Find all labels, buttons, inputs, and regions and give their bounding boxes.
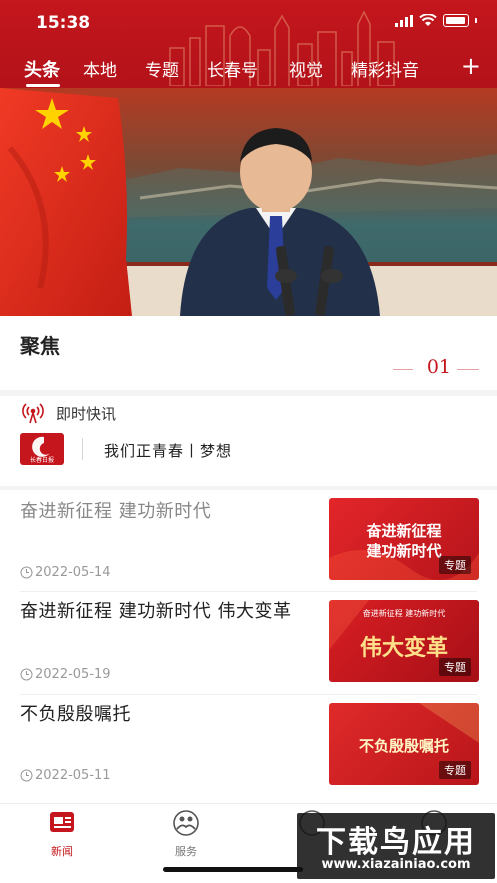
list-divider	[20, 694, 477, 695]
tab-visual[interactable]: 视觉	[289, 56, 323, 81]
news-thumbnail[interactable]: 奋进新征程 建功新时代 伟大变革 专题	[329, 600, 479, 682]
topic-tag: 专题	[439, 761, 471, 779]
flash-separator	[82, 438, 83, 460]
clock-icon	[20, 668, 33, 681]
news-icon	[50, 812, 74, 832]
news-title[interactable]: 奋进新征程 建功新时代 伟大变革	[20, 598, 310, 625]
nav-services[interactable]: 服务	[156, 810, 216, 859]
tab-changchun-account[interactable]: 长春号	[207, 56, 258, 81]
news-date: 2022-05-14	[20, 565, 111, 580]
tab-local[interactable]: 本地	[83, 56, 117, 81]
home-indicator[interactable]	[163, 867, 303, 872]
focus-page-index: 01	[426, 356, 451, 378]
tab-douyin[interactable]: 精彩抖音	[351, 56, 419, 81]
battery-tip	[475, 18, 477, 23]
news-item[interactable]: 奋进新征程 建功新时代 伟大变革 2022-05-19 奋进新征程 建功新时代 …	[0, 593, 497, 696]
thumbnail-caption: 奋进新征程 建功新时代	[362, 609, 446, 618]
broadcast-icon	[22, 403, 44, 424]
news-thumbnail[interactable]: 奋进新征程 建功新时代 专题	[329, 498, 479, 580]
news-thumbnail[interactable]: 不负殷殷嘱托 专题	[329, 703, 479, 785]
nav-services-label: 服务	[175, 845, 197, 858]
services-icon	[173, 810, 199, 836]
focus-section: 聚焦 01	[0, 316, 497, 390]
add-channel-icon[interactable]: +	[461, 52, 481, 80]
flash-news-label: 即时快讯	[56, 404, 117, 423]
status-time: 15:38	[36, 13, 91, 33]
watermark-overlay: 下载鸟应用 www.xiazainiao.com	[297, 813, 495, 879]
clock-icon	[20, 769, 33, 782]
thumbnail-caption: 不负殷殷嘱托	[358, 737, 449, 755]
focus-title: 聚焦	[20, 334, 60, 358]
news-title[interactable]: 奋进新征程 建功新时代	[20, 498, 310, 525]
top-header: 15:38 头条 本地 专题 长春号 视觉 精彩抖音 +	[0, 0, 497, 88]
news-date: 2022-05-11	[20, 768, 111, 783]
hero-image	[0, 88, 497, 316]
news-date-text: 2022-05-14	[35, 565, 111, 580]
focus-divider-left	[393, 369, 413, 370]
watermark-title: 下载鸟应用	[316, 825, 476, 860]
thumbnail-caption: 奋进新征程	[366, 522, 442, 540]
news-date-text: 2022-05-11	[35, 768, 111, 783]
tab-headlines[interactable]: 头条	[24, 56, 60, 82]
active-tab-indicator	[26, 84, 60, 87]
news-date-text: 2022-05-19	[35, 667, 111, 682]
battery-icon	[443, 14, 469, 27]
news-item[interactable]: 不负殷殷嘱托 2022-05-11 不负殷殷嘱托 专题	[0, 696, 497, 799]
clock-icon	[20, 566, 33, 579]
list-divider	[20, 591, 477, 592]
nav-news-label: 新闻	[51, 845, 73, 858]
status-bar: 15:38	[0, 0, 497, 44]
nav-news[interactable]: 新闻	[32, 810, 92, 859]
topic-tag: 专题	[439, 658, 471, 676]
changchun-daily-logo: 长春日报	[20, 433, 64, 465]
topic-tag: 专题	[439, 556, 471, 574]
flash-news-section[interactable]: 即时快讯 长春日报 我们正青春丨梦想	[0, 396, 497, 486]
logo-text: 长春日报	[30, 456, 54, 464]
focus-divider-right	[457, 369, 479, 370]
signal-icon	[395, 14, 413, 27]
tab-topics[interactable]: 专题	[145, 56, 179, 81]
hero-banner[interactable]	[0, 88, 497, 316]
news-item[interactable]: 奋进新征程 建功新时代 2022-05-14 奋进新征程 建功新时代 专题	[0, 490, 497, 593]
watermark-url: www.xiazainiao.com	[321, 857, 471, 872]
status-icons	[395, 14, 477, 27]
news-title[interactable]: 不负殷殷嘱托	[20, 701, 310, 728]
changchun-daily-logo-mark: 长春日报	[30, 436, 54, 464]
app-screen: 15:38 头条 本地 专题 长春号 视觉 精彩抖音 + 聚焦 01 即时快讯 …	[0, 0, 497, 883]
flash-news-text[interactable]: 我们正青春丨梦想	[104, 440, 232, 461]
wifi-icon	[419, 14, 437, 26]
news-date: 2022-05-19	[20, 667, 111, 682]
flash-news-header: 即时快讯	[22, 402, 116, 424]
channel-tabs: 头条 本地 专题 长春号 视觉 精彩抖音 +	[0, 52, 497, 88]
